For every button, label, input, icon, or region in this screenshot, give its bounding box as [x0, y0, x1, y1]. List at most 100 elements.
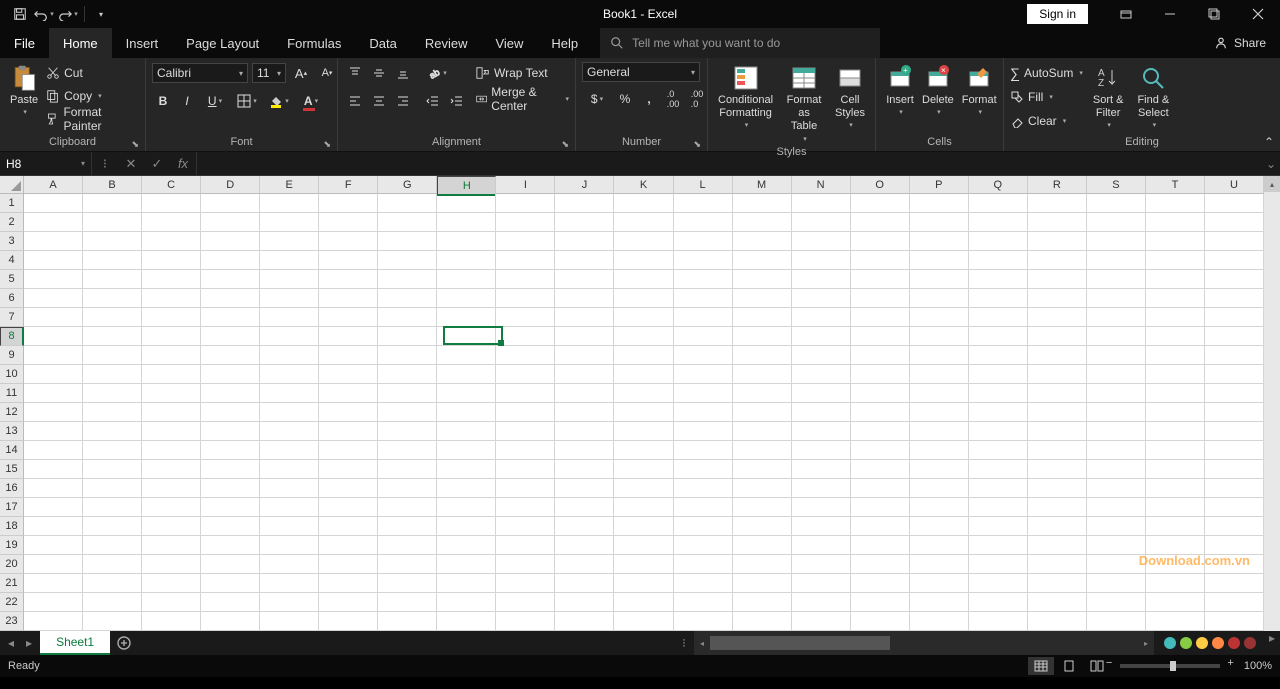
align-center-button[interactable]: [368, 90, 390, 112]
undo-button[interactable]: ▾: [32, 2, 56, 26]
font-color-button[interactable]: A▾: [296, 90, 326, 112]
align-top-button[interactable]: [344, 62, 366, 84]
col-header-S[interactable]: S: [1087, 176, 1146, 194]
col-header-K[interactable]: K: [614, 176, 673, 194]
row-header-15[interactable]: 15: [0, 460, 24, 479]
increase-indent-button[interactable]: [446, 90, 468, 112]
col-header-I[interactable]: I: [496, 176, 555, 194]
row-header-7[interactable]: 7: [0, 308, 24, 327]
col-header-M[interactable]: M: [733, 176, 792, 194]
tab-data[interactable]: Data: [355, 28, 410, 58]
row-header-16[interactable]: 16: [0, 479, 24, 498]
tab-page-layout[interactable]: Page Layout: [172, 28, 273, 58]
maximize-button[interactable]: [1192, 0, 1236, 28]
alignment-dialog-launcher[interactable]: ⬊: [561, 139, 569, 150]
col-header-N[interactable]: N: [792, 176, 851, 194]
row-header-20[interactable]: 20: [0, 555, 24, 574]
row-header-2[interactable]: 2: [0, 213, 24, 232]
row-header-1[interactable]: 1: [0, 194, 24, 213]
find-select-button[interactable]: Find & Select▾: [1133, 62, 1173, 133]
normal-view-button[interactable]: [1028, 657, 1054, 675]
number-format-select[interactable]: General▾: [582, 62, 700, 82]
row-header-22[interactable]: 22: [0, 593, 24, 612]
col-header-O[interactable]: O: [851, 176, 910, 194]
col-header-J[interactable]: J: [555, 176, 614, 194]
name-box[interactable]: H8▾: [0, 152, 92, 175]
number-dialog-launcher[interactable]: ⬊: [693, 139, 701, 150]
underline-button[interactable]: U▾: [200, 90, 230, 112]
accounting-format-button[interactable]: $▾: [582, 88, 612, 110]
tab-view[interactable]: View: [481, 28, 537, 58]
cells-area[interactable]: [24, 194, 1264, 631]
col-header-E[interactable]: E: [260, 176, 319, 194]
format-painter-button[interactable]: Format Painter: [46, 108, 139, 130]
italic-button[interactable]: I: [176, 90, 198, 112]
align-right-button[interactable]: [392, 90, 414, 112]
insert-cells-button[interactable]: +Insert▾: [882, 62, 918, 120]
row-header-8[interactable]: 8: [0, 327, 24, 346]
col-header-A[interactable]: A: [24, 176, 83, 194]
sort-filter-button[interactable]: AZSort & Filter▾: [1089, 62, 1128, 133]
sheet-prev-button[interactable]: ◂: [8, 636, 14, 650]
col-header-F[interactable]: F: [319, 176, 378, 194]
fill-color-button[interactable]: ▾: [264, 90, 294, 112]
select-all-button[interactable]: [0, 176, 24, 194]
comma-button[interactable]: ,: [638, 88, 660, 110]
tab-file[interactable]: File: [0, 28, 49, 58]
row-header-17[interactable]: 17: [0, 498, 24, 517]
row-header-10[interactable]: 10: [0, 365, 24, 384]
row-header-19[interactable]: 19: [0, 536, 24, 555]
cancel-formula-button[interactable]: ✕: [118, 156, 144, 172]
align-middle-button[interactable]: [368, 62, 390, 84]
delete-cells-button[interactable]: ×Delete▾: [918, 62, 958, 120]
col-header-G[interactable]: G: [378, 176, 437, 194]
zoom-level[interactable]: 100%: [1244, 660, 1272, 672]
font-size-select[interactable]: 11▾: [252, 63, 286, 83]
row-header-3[interactable]: 3: [0, 232, 24, 251]
autosum-button[interactable]: ∑AutoSum▾: [1010, 62, 1083, 84]
cell-styles-button[interactable]: Cell Styles▾: [831, 62, 869, 133]
qat-customize[interactable]: ▾: [89, 2, 113, 26]
align-bottom-button[interactable]: [392, 62, 414, 84]
merge-center-button[interactable]: Merge & Center▾: [476, 88, 569, 110]
horizontal-scrollbar[interactable]: ◂▸: [694, 631, 1154, 655]
paste-button[interactable]: Paste ▾: [6, 62, 42, 120]
sheet-next-button[interactable]: ▸: [26, 636, 32, 650]
insert-function-button[interactable]: fx: [170, 156, 196, 171]
row-header-4[interactable]: 4: [0, 251, 24, 270]
row-header-18[interactable]: 18: [0, 517, 24, 536]
orientation-button[interactable]: ab▾: [422, 62, 452, 84]
col-header-L[interactable]: L: [674, 176, 733, 194]
row-header-11[interactable]: 11: [0, 384, 24, 403]
tab-review[interactable]: Review: [411, 28, 482, 58]
expand-formula-bar[interactable]: ⌄: [1262, 152, 1280, 175]
clipboard-dialog-launcher[interactable]: ⬊: [131, 139, 139, 150]
col-header-B[interactable]: B: [83, 176, 142, 194]
page-layout-view-button[interactable]: [1056, 657, 1082, 675]
wrap-text-button[interactable]: Wrap Text: [476, 62, 569, 84]
fbar-dropdown[interactable]: ⁝: [92, 156, 118, 172]
row-header-21[interactable]: 21: [0, 574, 24, 593]
signin-button[interactable]: Sign in: [1027, 4, 1088, 24]
format-as-table-button[interactable]: Format as Table▾: [777, 62, 831, 146]
percent-button[interactable]: %: [614, 88, 636, 110]
shrink-font-button[interactable]: A▾: [316, 62, 338, 84]
conditional-formatting-button[interactable]: Conditional Formatting▾: [714, 62, 777, 133]
new-sheet-button[interactable]: [110, 631, 138, 655]
col-header-C[interactable]: C: [142, 176, 201, 194]
col-header-U[interactable]: U: [1205, 176, 1264, 194]
zoom-slider[interactable]: [1120, 664, 1220, 668]
col-header-P[interactable]: P: [910, 176, 969, 194]
tab-insert[interactable]: Insert: [112, 28, 173, 58]
close-button[interactable]: [1236, 0, 1280, 28]
sheet-tab-1[interactable]: Sheet1: [40, 631, 110, 655]
clear-button[interactable]: Clear▾: [1010, 110, 1083, 132]
vertical-scrollbar[interactable]: ▴: [1264, 176, 1280, 631]
col-header-D[interactable]: D: [201, 176, 260, 194]
redo-button[interactable]: ▾: [56, 2, 80, 26]
minimize-button[interactable]: [1148, 0, 1192, 28]
collapse-ribbon-button[interactable]: ⌃: [1264, 135, 1274, 149]
sheet-options[interactable]: ⁝: [674, 631, 694, 655]
increase-decimal-button[interactable]: .0.00: [662, 88, 684, 110]
bold-button[interactable]: B: [152, 90, 174, 112]
